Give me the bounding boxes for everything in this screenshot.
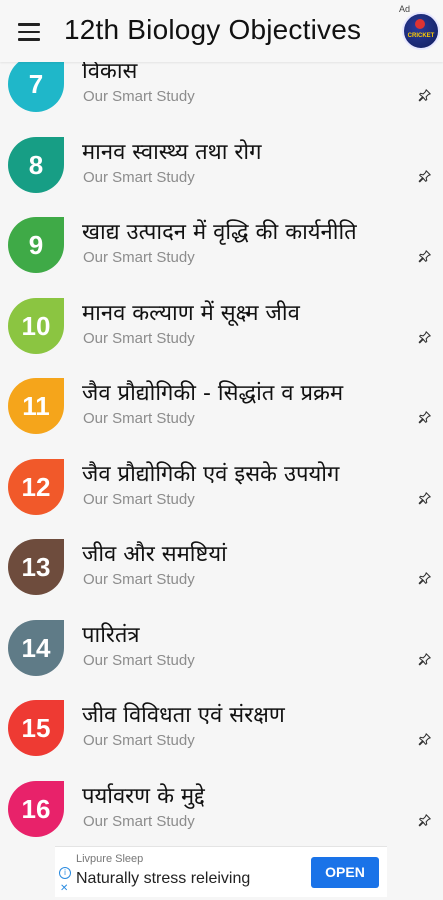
chapter-title: मानव कल्याण में सूक्ष्म जीव [82, 301, 300, 326]
chapter-title: खाद्य उत्पादन में वृद्धि की कार्यनीति [82, 220, 357, 245]
list-item[interactable]: 10 मानव कल्याण में सूक्ष्म जीव Our Smart S… [0, 287, 443, 367]
chapter-number-badge: 11 [8, 378, 64, 434]
pushpin-icon[interactable] [418, 652, 432, 666]
pushpin-icon[interactable] [418, 169, 432, 183]
pushpin-icon[interactable] [418, 732, 432, 746]
ad-close-icon[interactable]: ✕ [60, 883, 68, 894]
chapter-number-badge: 13 [8, 539, 64, 595]
list-item[interactable]: 9 खाद्य उत्पादन में वृद्धि की कार्यनीति Ou… [0, 206, 443, 286]
ad-info-icon[interactable]: i [59, 867, 71, 879]
chapter-number-badge: 15 [8, 700, 64, 756]
ad-label: Ad [399, 4, 411, 14]
pushpin-icon[interactable] [418, 491, 432, 505]
list-item[interactable]: 11 जैव प्रौद्योगिकी - सिद्धांत व प्रक्रम O… [0, 367, 443, 447]
hamburger-menu-icon[interactable] [18, 23, 40, 41]
pushpin-icon[interactable] [418, 813, 432, 827]
list-item[interactable]: 16 पर्यावरण के मुद्दे Our Smart Study [0, 770, 443, 850]
list-item[interactable]: 14 पारितंत्र Our Smart Study [0, 609, 443, 689]
ad-brand: Livpure Sleep [76, 853, 144, 865]
chapter-subtitle: Our Smart Study [83, 732, 195, 749]
app-bar: 12th Biology Objectives Ad CRICKET [0, 0, 443, 62]
chapter-number-badge: 10 [8, 298, 64, 354]
cricket-app-logo-icon[interactable]: CRICKET [402, 12, 440, 50]
chapter-title: मानव स्वास्थ्य तथा रोग [82, 140, 262, 165]
chapter-subtitle: Our Smart Study [83, 652, 195, 669]
list-item[interactable]: 12 जैव प्रौद्योगिकी एवं इसके उपयोग Our Sma… [0, 448, 443, 528]
chapter-number-badge: 12 [8, 459, 64, 515]
chapter-number-badge: 7 [8, 56, 64, 112]
ad-tagline: Naturally stress releiving [76, 870, 251, 887]
chapter-subtitle: Our Smart Study [83, 491, 195, 508]
list-item[interactable]: 13 जीव और समष्टियां Our Smart Study [0, 528, 443, 608]
ad-logo-text: CRICKET [407, 33, 435, 39]
chapter-subtitle: Our Smart Study [83, 330, 195, 347]
list-item[interactable]: 15 जीव विविधता एवं संरक्षण Our Smart Study [0, 689, 443, 769]
chapter-number-badge: 9 [8, 217, 64, 273]
ad-banner[interactable]: i ✕ Livpure Sleep Naturally stress relei… [55, 846, 387, 897]
chapter-subtitle: Our Smart Study [83, 571, 195, 588]
chapter-title: जैव प्रौद्योगिकी एवं इसके उपयोग [82, 462, 340, 487]
chapter-title: पर्यावरण के मुद्दे [82, 784, 205, 809]
cricket-ball-icon [415, 19, 425, 29]
pushpin-icon[interactable] [418, 249, 432, 263]
pushpin-icon[interactable] [418, 330, 432, 344]
chapter-title: जीव और समष्टियां [82, 542, 227, 567]
chapter-number-badge: 14 [8, 620, 64, 676]
chapter-subtitle: Our Smart Study [83, 88, 195, 105]
list-item[interactable]: 8 मानव स्वास्थ्य तथा रोग Our Smart Study [0, 126, 443, 206]
pushpin-icon[interactable] [418, 88, 432, 102]
pushpin-icon[interactable] [418, 410, 432, 424]
pushpin-icon[interactable] [418, 571, 432, 585]
chapter-number-badge: 16 [8, 781, 64, 837]
chapter-number-badge: 8 [8, 137, 64, 193]
ad-open-button[interactable]: OPEN [311, 857, 379, 888]
chapter-subtitle: Our Smart Study [83, 169, 195, 186]
chapter-subtitle: Our Smart Study [83, 249, 195, 266]
chapter-title: पारितंत्र [82, 623, 140, 648]
page-title: 12th Biology Objectives [64, 14, 362, 45]
chapter-subtitle: Our Smart Study [83, 813, 195, 830]
chapter-title: जैव प्रौद्योगिकी - सिद्धांत व प्रक्रम [82, 381, 344, 406]
chapter-title: जीव विविधता एवं संरक्षण [82, 703, 285, 728]
chapter-subtitle: Our Smart Study [83, 410, 195, 427]
